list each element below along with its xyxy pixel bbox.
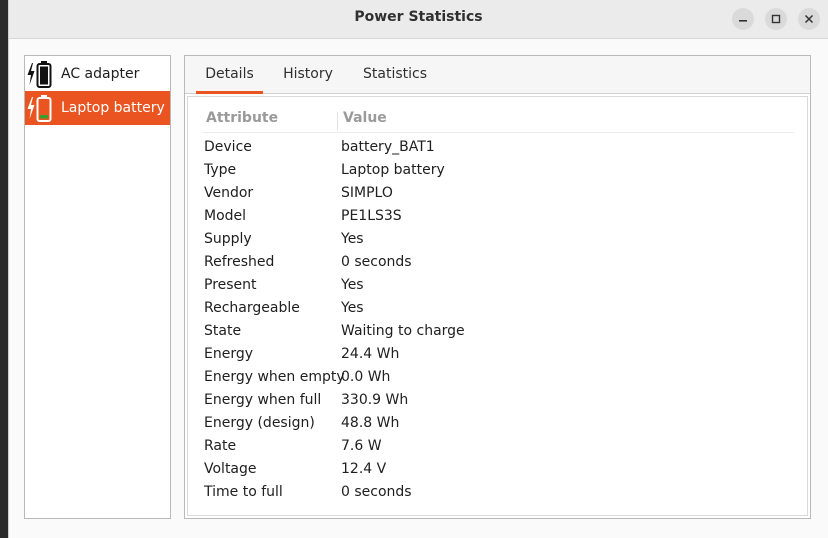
table-row[interactable]: Rechargeable Yes [202, 297, 794, 320]
attribute-cell: Rate [204, 438, 237, 454]
value-cell: SIMPLO [341, 185, 393, 201]
table-row[interactable]: Time to full 0 seconds [202, 481, 794, 504]
value-cell: 0 seconds [341, 254, 412, 270]
value-cell: 48.8 Wh [341, 415, 400, 431]
table-row[interactable]: Rate 7.6 W [202, 435, 794, 458]
table-row[interactable]: Type Laptop battery [202, 159, 794, 182]
attribute-cell: State [204, 323, 242, 339]
attribute-cell: Rechargeable [204, 300, 300, 316]
value-cell: 12.4 V [341, 461, 387, 477]
attribute-cell: Energy [204, 346, 254, 362]
value-cell: 330.9 Wh [341, 392, 409, 408]
value-cell: Laptop battery [341, 162, 445, 178]
tab-history[interactable]: History [277, 56, 339, 93]
attribute-cell: Energy (design) [204, 415, 315, 431]
tab-statistics[interactable]: Statistics [357, 56, 433, 93]
device-label-laptop-battery: Laptop battery [61, 100, 165, 116]
value-cell: Waiting to charge [341, 323, 465, 339]
tab-bar: Details History Statistics [185, 56, 810, 94]
value-cell: 24.4 Wh [341, 346, 400, 362]
value-cell: PE1LS3S [341, 208, 402, 224]
value-cell: 0.0 Wh [341, 369, 391, 385]
minimize-icon [739, 20, 747, 22]
attribute-cell: Present [204, 277, 257, 293]
attribute-cell: Time to full [204, 484, 283, 500]
table-row[interactable]: Energy when empty 0.0 Wh [202, 366, 794, 389]
attribute-cell: Device [204, 139, 252, 155]
details-table[interactable]: Attribute Value Device battery_BAT1 Type La… [187, 96, 808, 516]
table-body: Device battery_BAT1 Type Laptop battery Vend… [202, 136, 794, 504]
tab-details[interactable]: Details [196, 56, 263, 94]
table-row[interactable]: Supply Yes [202, 228, 794, 251]
title-bar[interactable]: Power Statistics [9, 0, 828, 39]
table-header: Attribute Value [202, 110, 794, 133]
maximize-button[interactable] [765, 8, 787, 30]
table-row[interactable]: Vendor SIMPLO [202, 182, 794, 205]
maximize-icon [771, 14, 781, 24]
value-cell: 0 seconds [341, 484, 412, 500]
minimize-button[interactable] [732, 8, 754, 30]
table-row[interactable]: Energy 24.4 Wh [202, 343, 794, 366]
table-row[interactable]: Model PE1LS3S [202, 205, 794, 228]
attribute-cell: Model [204, 208, 247, 224]
attribute-cell: Vendor [204, 185, 254, 201]
attribute-cell: Type [204, 162, 237, 178]
close-icon [804, 14, 814, 24]
table-row[interactable]: Voltage 12.4 V [202, 458, 794, 481]
column-separator [337, 112, 338, 130]
details-panel: Details History Statistics Attribute Val… [184, 55, 811, 519]
table-row[interactable]: Device battery_BAT1 [202, 136, 794, 159]
attribute-cell: Energy when empty [204, 369, 345, 385]
ac-adapter-icon [25, 57, 61, 91]
power-statistics-window: Power Statistics AC adapter Laptop batte… [8, 0, 828, 538]
device-item-laptop-battery[interactable]: Laptop battery [25, 91, 170, 125]
column-header-attribute[interactable]: Attribute [206, 110, 278, 126]
table-row[interactable]: Energy when full 330.9 Wh [202, 389, 794, 412]
attribute-cell: Voltage [204, 461, 257, 477]
table-row[interactable]: Refreshed 0 seconds [202, 251, 794, 274]
value-cell: Yes [341, 231, 364, 247]
value-cell: Yes [341, 277, 364, 293]
attribute-cell: Refreshed [204, 254, 275, 270]
value-cell: 7.6 W [341, 438, 382, 454]
device-item-ac-adapter[interactable]: AC adapter [25, 57, 170, 91]
table-row[interactable]: State Waiting to charge [202, 320, 794, 343]
device-label-ac-adapter: AC adapter [61, 66, 140, 82]
table-row[interactable]: Energy (design) 48.8 Wh [202, 412, 794, 435]
attribute-cell: Supply [204, 231, 252, 247]
window-title: Power Statistics [354, 9, 483, 25]
column-header-value[interactable]: Value [343, 110, 387, 126]
close-button[interactable] [798, 8, 820, 30]
device-list: AC adapter Laptop battery [24, 55, 171, 519]
table-row[interactable]: Present Yes [202, 274, 794, 297]
attribute-cell: Energy when full [204, 392, 322, 408]
value-cell: battery_BAT1 [341, 139, 435, 155]
battery-charging-icon [25, 91, 61, 125]
value-cell: Yes [341, 300, 364, 316]
